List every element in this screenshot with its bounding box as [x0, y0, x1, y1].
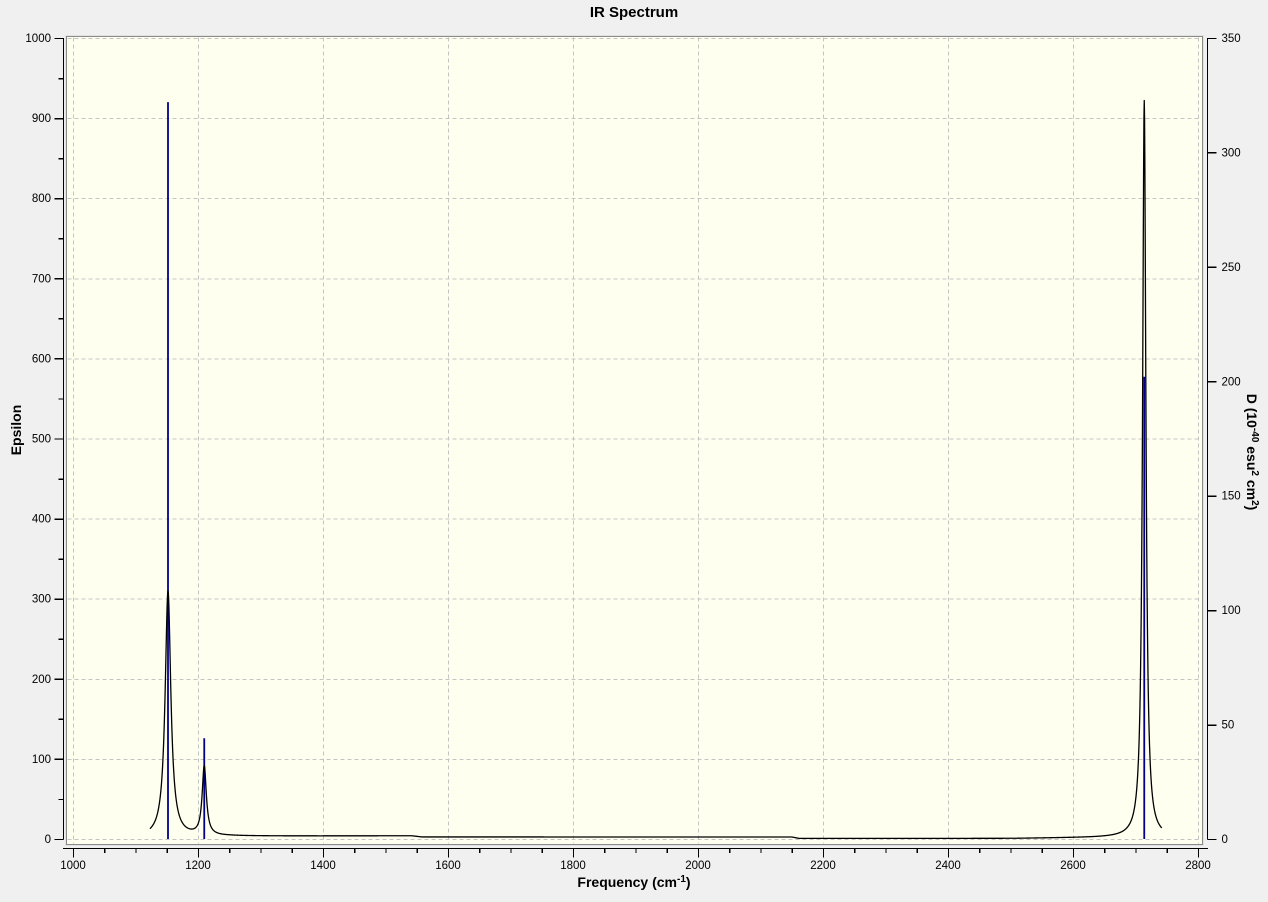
left-axis-tick-label: 600: [32, 353, 51, 365]
right-axis-tick-label: 200: [1222, 376, 1241, 388]
superscript: -1: [677, 874, 686, 885]
right-axis-tick-label: 100: [1222, 605, 1241, 617]
x-axis-tick-label: 2200: [810, 860, 836, 872]
right-axis-tick-label: 250: [1222, 262, 1241, 274]
superscript: -40: [1249, 427, 1260, 443]
left-axis-tick-label: 500: [32, 434, 51, 446]
right-axis-tick-label: 150: [1222, 491, 1241, 503]
x-axis-tick-label: 2600: [1060, 860, 1086, 872]
x-axis-tick-label: 2400: [935, 860, 961, 872]
ir-spectrum-window: IR Spectrum 0 100 200 300 400 500 600 700 800 900…: [0, 0, 1268, 902]
x-axis-tick-label: 1800: [560, 860, 586, 872]
x-axis-tick-label: 1000: [60, 860, 86, 872]
x-axis-title: Frequency (cm-1): [577, 874, 691, 890]
right-axis-tick-label: 300: [1222, 147, 1241, 159]
x-axis-tick-label: 1600: [435, 860, 461, 872]
left-axis-tick-label: 700: [32, 273, 51, 285]
left-axis-tick-label: 300: [32, 594, 51, 606]
left-axis-tick-label: 1000: [25, 33, 51, 45]
left-axis-tick-label: 900: [32, 113, 51, 125]
right-axis-tick-label: 50: [1222, 720, 1235, 732]
spectrum-plot-area[interactable]: 010020030040050060070080090010001000 1200…: [0, 0, 1268, 902]
left-axis-tick-label: 0: [45, 834, 51, 846]
left-axis-tick-label: 200: [32, 674, 51, 686]
left-axis-title-text: Epsilon: [8, 404, 24, 456]
x-axis-tick-label: 2000: [685, 860, 711, 872]
x-axis-tick-label: 1200: [185, 860, 211, 872]
x-axis-tick-label: 2800: [1185, 860, 1211, 872]
superscript: 2: [1249, 470, 1260, 476]
superscript: 2: [1249, 500, 1260, 506]
left-axis-tick-label: 800: [32, 193, 51, 205]
plot-frame: [66, 36, 1203, 845]
right-axis-tick-label: 350: [1222, 33, 1241, 45]
left-axis-tick-label: 100: [32, 754, 51, 766]
left-axis-tick-label: 400: [32, 514, 51, 526]
right-axis-tick-label: 0: [1222, 834, 1228, 846]
x-axis-tick-label: 1400: [310, 860, 336, 872]
